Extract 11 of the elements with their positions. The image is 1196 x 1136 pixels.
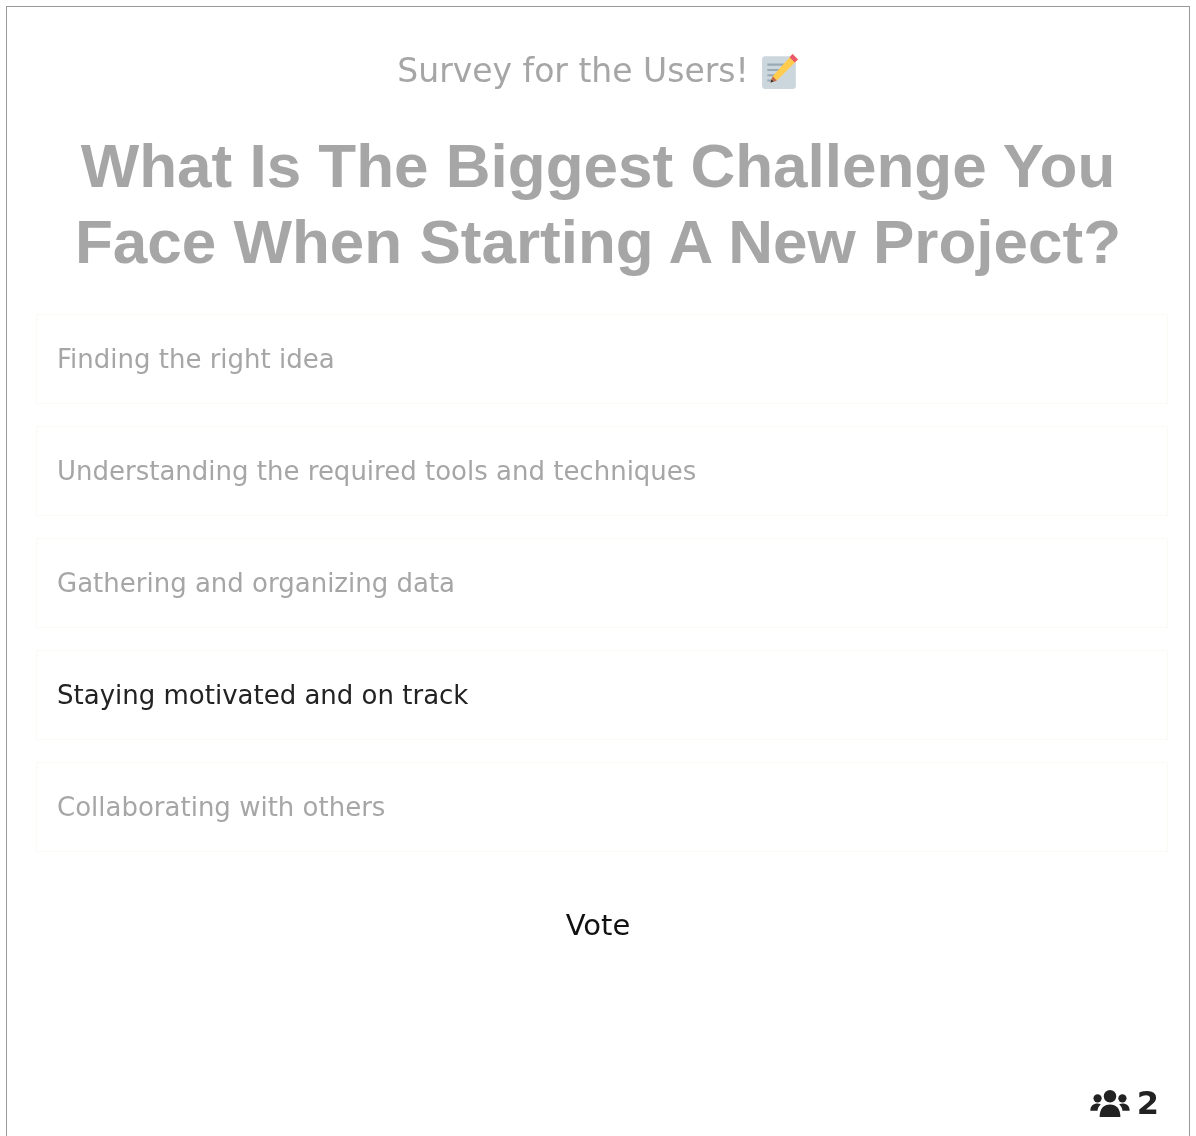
users-icon [1088, 1088, 1131, 1118]
survey-subtitle: Survey for the Users! [397, 51, 749, 90]
memo-pencil-icon [760, 51, 799, 90]
answer-option[interactable]: Gathering and organizing data [36, 538, 1168, 628]
answer-option[interactable]: Staying motivated and on track [36, 650, 1168, 740]
answer-option[interactable]: Finding the right idea [36, 314, 1168, 404]
vote-button[interactable]: Vote [555, 904, 641, 946]
answer-option[interactable]: Understanding the required tools and techniques [36, 426, 1168, 516]
survey-question: What Is The Biggest Challenge You Face When Starting A New Project? [73, 130, 1123, 278]
participant-count: 2 [1136, 1084, 1159, 1122]
answer-option[interactable]: Collaborating with others [36, 762, 1168, 852]
